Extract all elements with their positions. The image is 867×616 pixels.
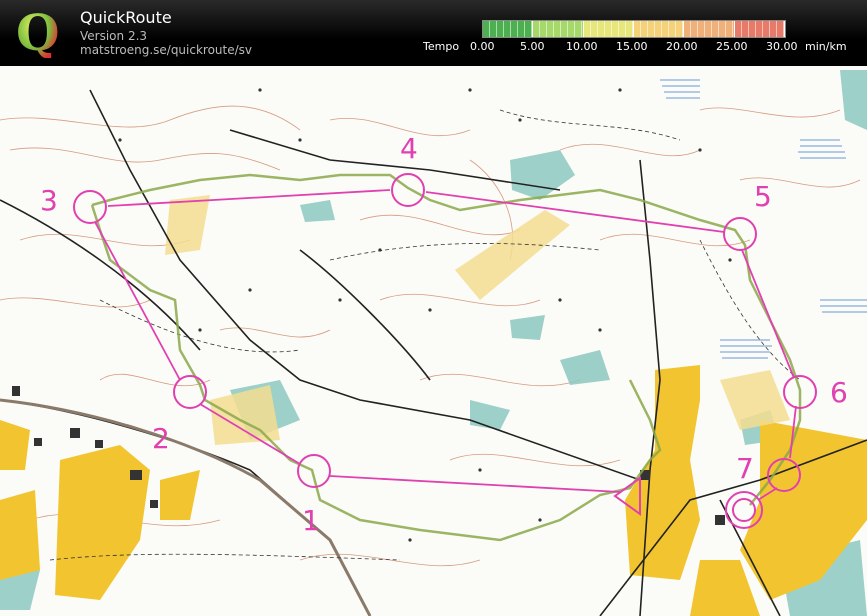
control-3-circle[interactable] xyxy=(73,190,107,224)
control-6-number: 6 xyxy=(830,376,848,409)
finish-inner-circle xyxy=(732,498,756,522)
control-4-circle[interactable] xyxy=(391,173,425,207)
app-url: matstroeng.se/quickroute/sv xyxy=(80,43,253,57)
tempo-color-segment xyxy=(533,21,584,37)
legend-tick: 25.00 xyxy=(716,40,748,53)
legend-tick: 10.00 xyxy=(566,40,598,53)
tempo-color-segment xyxy=(684,21,735,37)
app-version: Version 2.3 xyxy=(80,29,148,43)
control-1-number: 1 xyxy=(302,504,320,537)
control-3-number: 3 xyxy=(40,184,58,217)
legend-tick: 30.00 xyxy=(766,40,798,53)
control-2-number: 2 xyxy=(152,422,170,455)
orienteering-map[interactable]: 1 2 3 4 5 6 7 xyxy=(0,66,867,616)
map-canvas[interactable]: 1 2 3 4 5 6 7 xyxy=(0,66,867,616)
tempo-color-bar xyxy=(482,20,786,38)
tempo-color-segment xyxy=(583,21,634,37)
tempo-color-segment xyxy=(734,21,785,37)
legend-tick: 15.00 xyxy=(616,40,648,53)
legend-tick: 5.00 xyxy=(520,40,545,53)
legend-label: Tempo xyxy=(423,40,460,53)
legend-unit: min/km xyxy=(805,40,847,53)
control-4-number: 4 xyxy=(400,132,418,165)
legend-tick: 0.00 xyxy=(470,40,495,53)
marsh-areas xyxy=(660,79,867,359)
app-title: QuickRoute xyxy=(80,8,172,27)
control-numbers: 1 2 3 4 5 6 7 xyxy=(40,132,848,537)
app-header: Q QuickRoute Version 2.3 matstroeng.se/q… xyxy=(0,0,867,66)
control-7-number: 7 xyxy=(736,452,754,485)
tempo-color-segment xyxy=(633,21,685,37)
quickroute-logo-icon: Q xyxy=(16,6,60,58)
svg-text:Q: Q xyxy=(16,6,60,58)
control-5-circle[interactable] xyxy=(723,217,757,251)
control-5-number: 5 xyxy=(754,180,772,213)
legend-tick: 20.00 xyxy=(666,40,698,53)
tempo-color-segment xyxy=(483,21,534,37)
